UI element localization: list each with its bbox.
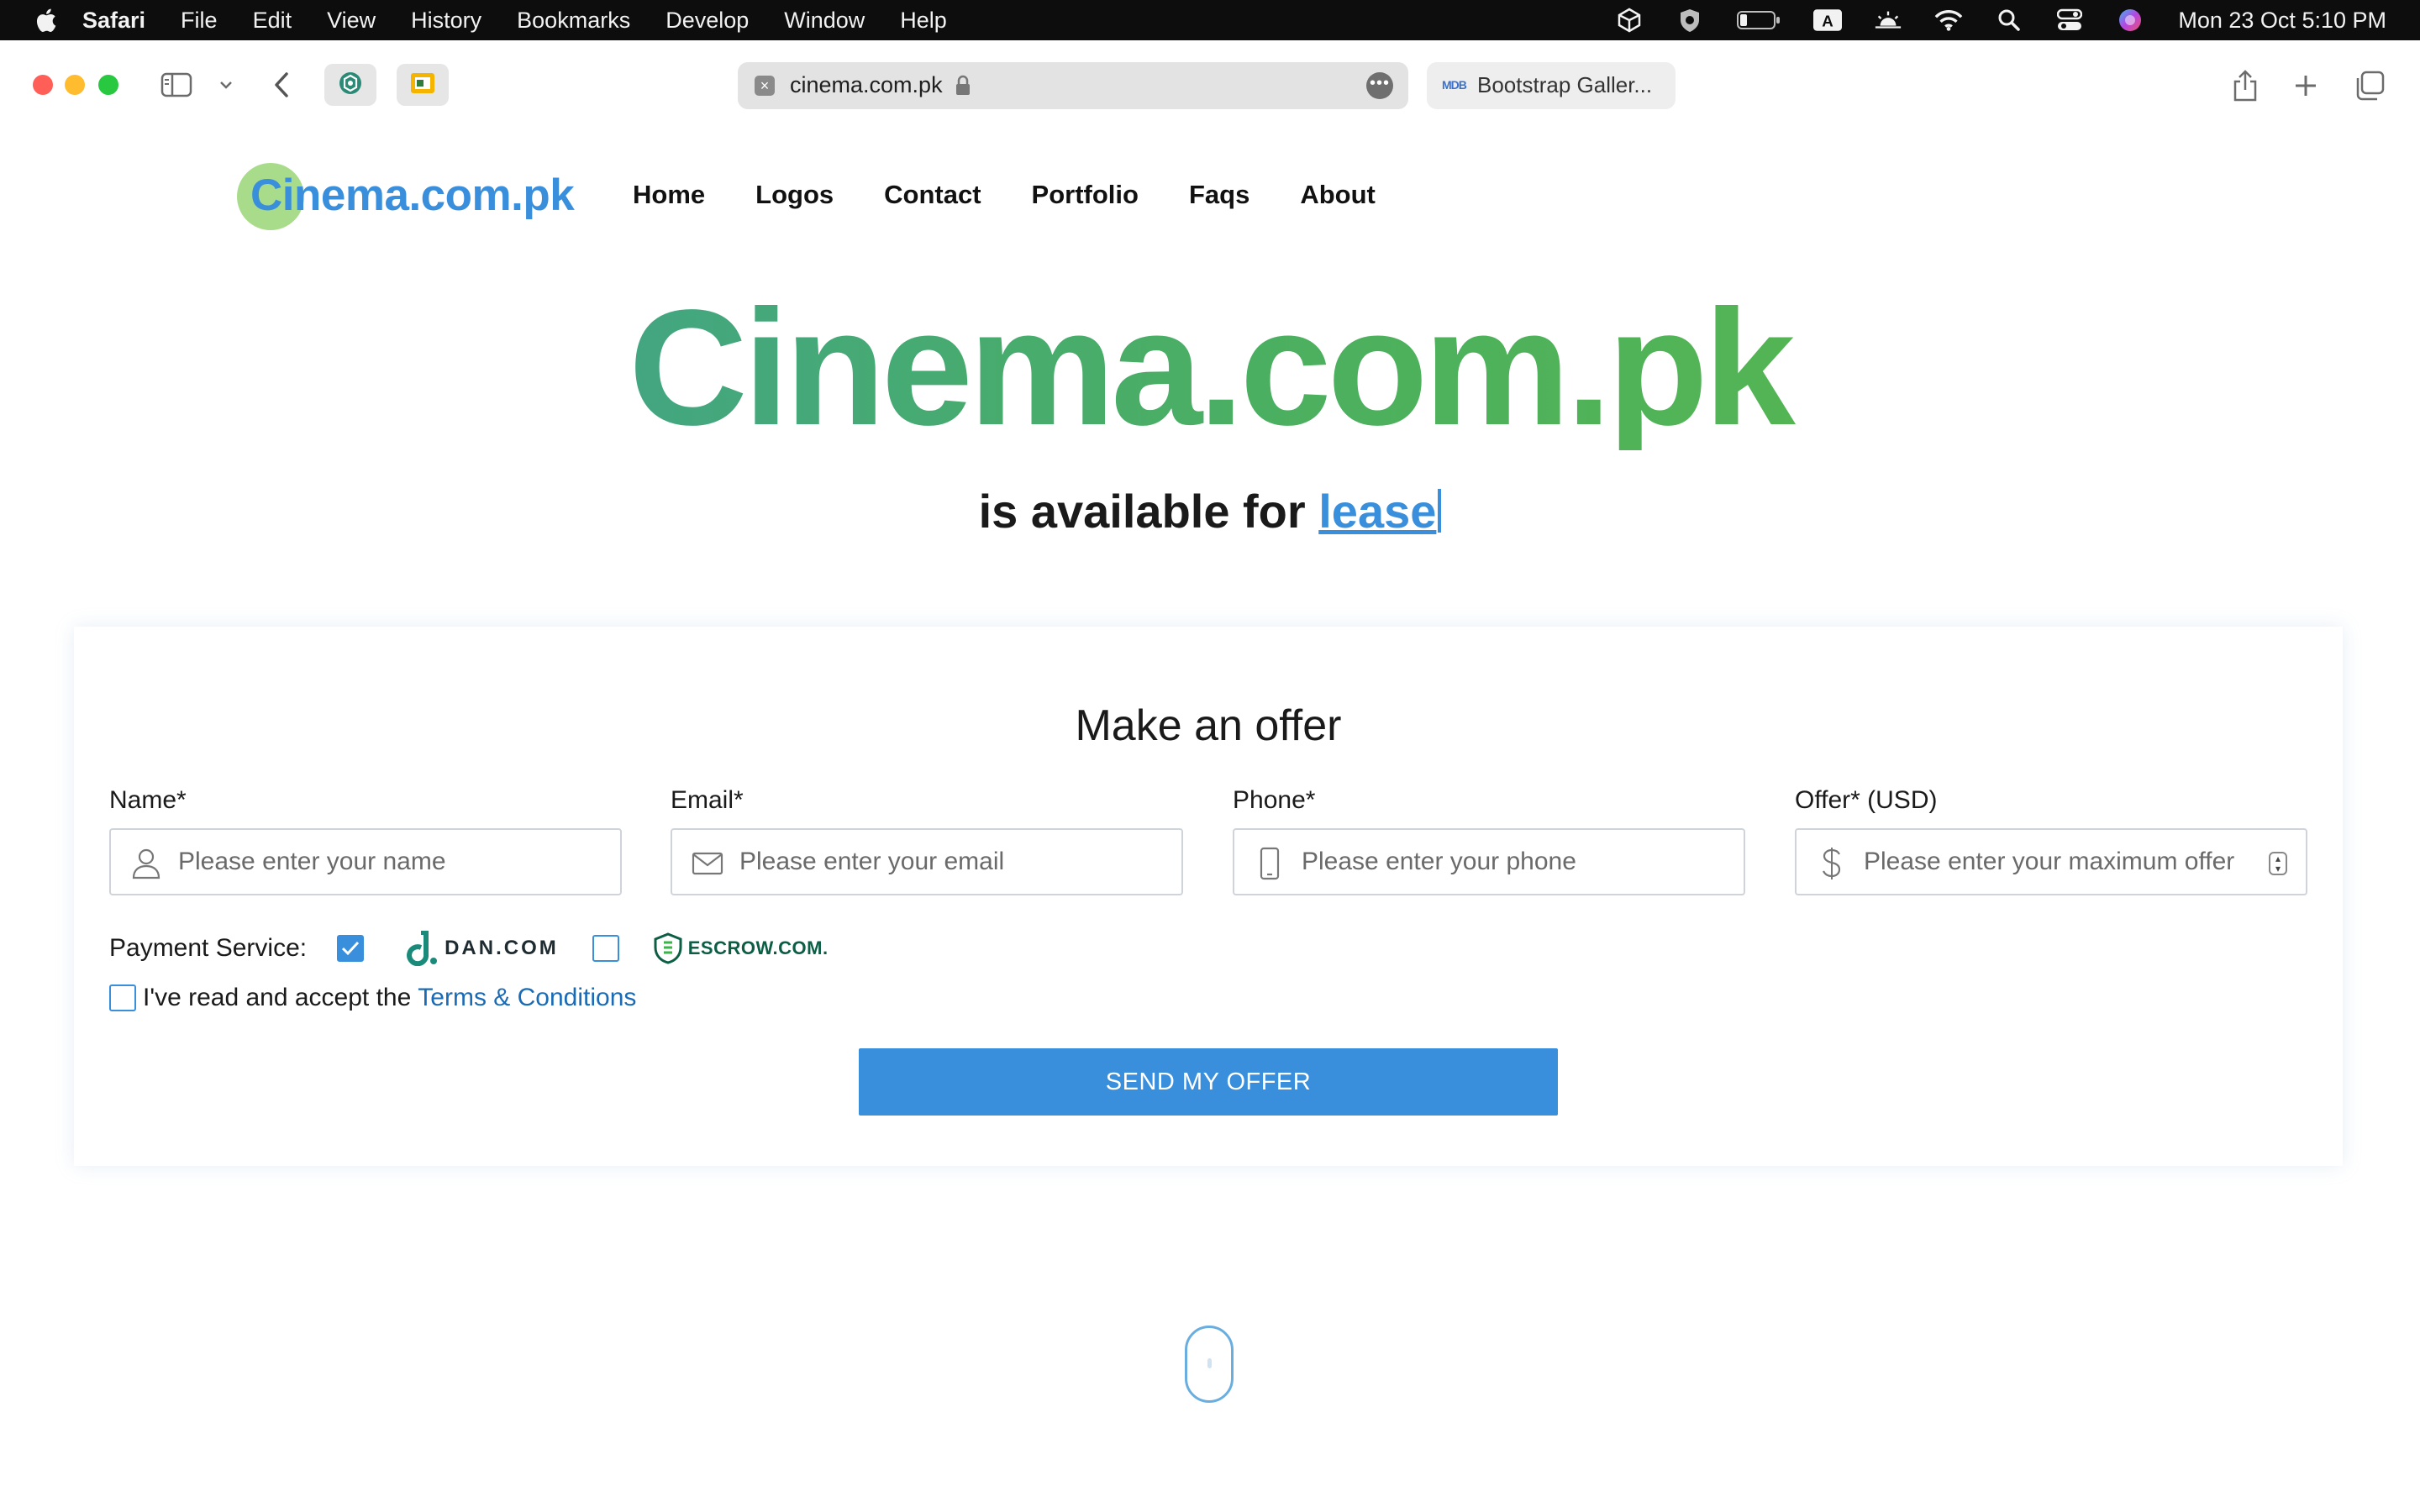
offer-field-group: Offer* (USD) ▴▾ [1795,786,2307,895]
menu-history[interactable]: History [411,8,481,34]
site-logo[interactable]: Cinema.com.pk [237,163,581,230]
battery-icon[interactable] [1736,8,1781,33]
hero-subtitle: is available for lease [0,484,2420,538]
phone-field-group: Phone* [1233,786,1745,895]
escrow-com-text: ESCROW.COM. [687,937,829,958]
offer-form-card: Make an offer Name* Email* Phone* Offer [74,627,2343,1166]
back-arrow-icon[interactable] [267,69,296,101]
nav-logos[interactable]: Logos [755,180,834,210]
dan-logo-icon [407,931,438,966]
nav-about[interactable]: About [1300,180,1376,210]
menu-develop[interactable]: Develop [666,8,749,34]
menu-edit[interactable]: Edit [253,8,292,34]
chevron-down-icon[interactable] [217,76,235,94]
control-center-icon[interactable] [2055,8,2084,33]
user-icon [129,847,163,880]
url-text[interactable]: cinema.com.pk [790,72,943,98]
hero-domain-title: Cinema.com.pk [0,286,2420,450]
offer-field[interactable]: ▴▾ [1795,828,2307,895]
email-input[interactable] [739,840,1160,884]
new-tab-plus-icon[interactable] [2291,71,2321,101]
mdb-favicon-icon: MDB [1442,78,1467,92]
nav-faqs[interactable]: Faqs [1189,180,1249,210]
menu-app-safari[interactable]: Safari [82,8,145,34]
phone-field[interactable] [1233,828,1745,895]
email-label: Email* [671,786,744,814]
name-field[interactable] [109,828,622,895]
name-input[interactable] [178,840,598,884]
email-field[interactable] [671,828,1183,895]
name-field-group: Name* [109,786,622,895]
macos-menu-bar: Safari File Edit View History Bookmarks … [0,0,2420,40]
menu-bookmarks[interactable]: Bookmarks [517,8,630,34]
status-area: A Mon 23 Oct 5:10 PM [1583,0,2386,40]
page-menu-icon[interactable]: ••• [1366,72,1393,99]
dan-com-text: DAN.COM [445,937,559,959]
terms-row: I've read and accept the Terms & Conditi… [109,979,636,1016]
pinned-tab-chatgpt[interactable] [324,64,376,106]
shield-icon[interactable] [1676,8,1704,33]
nav-home[interactable]: Home [633,180,705,210]
brightness-icon[interactable] [1874,8,1902,33]
name-label: Name* [109,786,187,814]
nav-contact[interactable]: Contact [884,180,981,210]
escrow-shield-icon [654,932,682,964]
send-offer-button[interactable]: SEND MY OFFER [859,1048,1558,1116]
lock-icon [955,75,971,101]
dollar-icon [1815,847,1849,880]
typing-caret [1438,489,1442,533]
terms-checkbox[interactable] [109,984,136,1011]
envelope-icon [691,847,724,880]
terms-link[interactable]: Terms & Conditions [418,984,636,1012]
menu-help[interactable]: Help [900,8,947,34]
menu-bar-clock[interactable]: Mon 23 Oct 5:10 PM [2178,8,2386,34]
offer-form-title: Make an offer [1075,701,1342,750]
offer-input[interactable] [1864,840,2284,884]
menu-window[interactable]: Window [784,8,865,34]
payment-service-row: Payment Service: DAN.COM ESCROW.COM. [109,927,829,969]
main-nav: Home Logos Contact Portfolio Faqs About [633,180,1426,210]
escrow-checkbox[interactable] [592,935,619,962]
wifi-icon[interactable] [1934,8,1963,33]
slides-icon [410,72,435,98]
phone-label: Phone* [1233,786,1316,814]
phone-input[interactable] [1302,840,1722,884]
pinned-tab-slides[interactable] [397,64,449,106]
email-field-group: Email* [671,786,1183,895]
dan-checkbox[interactable] [337,935,365,962]
address-bar[interactable]: × cinema.com.pk ••• [738,62,1408,109]
dan-com-logo[interactable]: DAN.COM [404,931,559,966]
menu-file[interactable]: File [181,8,218,34]
window-minimize-button[interactable] [65,75,85,95]
checkmark-icon [342,941,360,956]
scroll-down-mouse-icon[interactable] [1185,1326,1234,1403]
siri-icon[interactable] [2116,8,2144,33]
apple-menu-icon[interactable] [34,7,57,34]
keyboard-input-icon[interactable]: A [1813,8,1843,33]
number-stepper[interactable]: ▴ ▾ [2269,852,2287,875]
tab-title: Bootstrap Galler... [1477,72,1653,97]
window-zoom-button[interactable] [98,75,118,95]
payment-service-label: Payment Service: [109,934,308,962]
tab-close-icon[interactable]: × [755,76,775,96]
svg-text:A: A [1823,13,1834,30]
offer-label: Offer* (USD) [1795,786,1938,814]
phone-icon [1253,847,1286,880]
share-icon[interactable] [2228,67,2262,104]
chatgpt-icon [338,71,363,100]
window-close-button[interactable] [33,75,53,95]
spotlight-search-icon[interactable] [1995,8,2023,33]
unity-icon[interactable] [1615,8,1644,33]
terms-text: I've read and accept the [143,984,412,1011]
tab-bootstrap-gallery[interactable]: MDB Bootstrap Galler... [1427,62,1676,109]
hero-highlight-lease[interactable]: lease [1318,485,1436,538]
mouse-wheel [1207,1358,1212,1368]
hero-prefix: is available for [978,485,1306,538]
menu-view[interactable]: View [327,8,376,34]
escrow-com-logo[interactable]: ESCROW.COM. [653,932,829,964]
nav-portfolio[interactable]: Portfolio [1032,180,1139,210]
logo-text: Cinema.com.pk [250,171,575,220]
sidebar-toggle-icon[interactable] [160,71,193,99]
tab-overview-icon[interactable] [2353,69,2386,102]
